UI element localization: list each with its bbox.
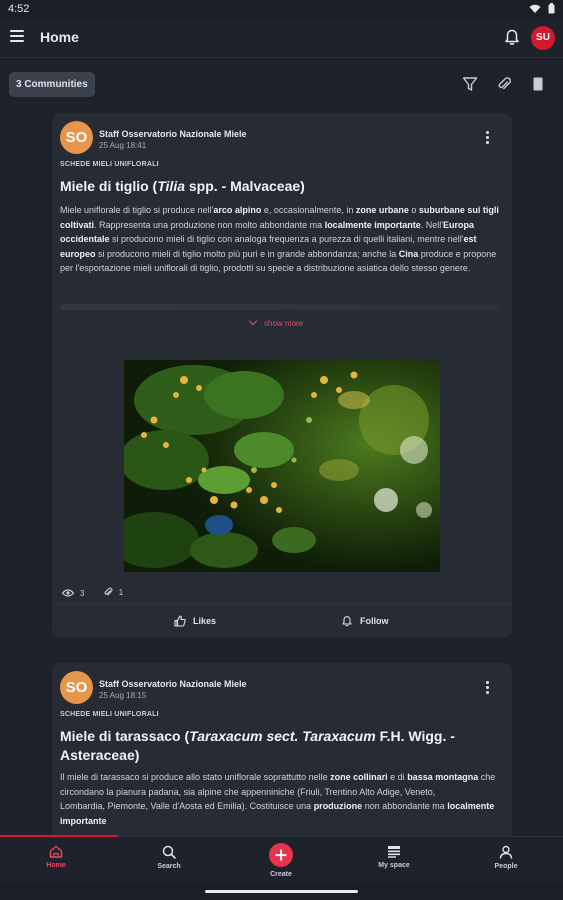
nav-search[interactable]: Search <box>134 845 204 870</box>
bell-icon <box>342 616 352 627</box>
more-options-icon[interactable] <box>486 131 490 145</box>
wifi-icon <box>529 4 541 13</box>
post-date: 25 Aug 18:41 <box>99 141 147 150</box>
nav-my-space[interactable]: My space <box>359 845 429 869</box>
filter-bar: 3 Communities <box>0 58 563 112</box>
bottom-navigation: Home Search Create My space People <box>0 835 563 884</box>
page-title: Home <box>40 29 79 45</box>
loading-progress-bar <box>0 835 118 837</box>
system-gesture-bar <box>0 884 563 900</box>
like-button[interactable]: Likes <box>174 615 216 627</box>
divider <box>52 604 512 605</box>
menu-icon[interactable] <box>10 30 24 42</box>
show-more-link[interactable]: show more <box>248 316 303 328</box>
follow-button[interactable]: Follow <box>341 615 389 627</box>
communities-chip[interactable]: 3 Communities <box>9 72 95 97</box>
views-count: 3 <box>62 589 84 598</box>
thumbs-up-icon <box>174 615 186 627</box>
search-icon <box>162 845 176 859</box>
author-name[interactable]: Staff Osservatorio Nazionale Miele <box>99 129 247 139</box>
post-image[interactable] <box>124 360 440 572</box>
post-title[interactable]: Miele di tarassaco (Taraxacum sect. Tara… <box>60 727 500 765</box>
plus-icon <box>269 843 293 867</box>
app-bar: Home SU <box>0 18 563 58</box>
myspace-icon <box>388 846 400 858</box>
nav-people[interactable]: People <box>471 845 541 870</box>
status-time: 4:52 <box>8 3 30 15</box>
author-avatar[interactable]: SO <box>60 671 93 704</box>
post-date: 25 Aug 18:15 <box>99 691 147 700</box>
post-category[interactable]: SCHEDE MIELI UNIFLORALI <box>60 711 159 718</box>
nav-home[interactable]: Home <box>21 845 91 869</box>
more-options-icon[interactable] <box>486 681 490 695</box>
attachment-icon <box>104 587 113 596</box>
bell-icon[interactable] <box>503 28 521 46</box>
post-card[interactable]: SO Staff Osservatorio Nazionale Miele 25… <box>52 113 512 637</box>
attachments-count: 1 <box>103 587 123 597</box>
post-body: Miele uniflorale di tiglio si produce ne… <box>60 205 499 274</box>
battery-icon <box>548 3 555 14</box>
post-body: Il miele di tarassaco si produce allo st… <box>60 772 496 826</box>
feed: SO Staff Osservatorio Nazionale Miele 25… <box>0 112 563 836</box>
post-stats: 3 1 <box>62 587 139 599</box>
layout-toggle-icon[interactable] <box>530 76 546 92</box>
person-icon <box>499 845 513 859</box>
home-icon <box>49 845 63 858</box>
post-title[interactable]: Miele di tiglio (Tilia spp. - Malvaceae) <box>60 177 500 196</box>
nav-create[interactable]: Create <box>246 843 316 878</box>
filter-icon[interactable] <box>462 76 478 92</box>
status-icons <box>529 3 555 17</box>
author-avatar[interactable]: SO <box>60 121 93 154</box>
eye-icon <box>62 589 74 597</box>
author-name[interactable]: Staff Osservatorio Nazionale Miele <box>99 679 247 689</box>
post-card[interactable]: SO Staff Osservatorio Nazionale Miele 25… <box>52 663 512 836</box>
user-avatar[interactable]: SU <box>531 26 555 50</box>
attachment-icon[interactable] <box>496 76 512 92</box>
post-category[interactable]: SCHEDE MIELI UNIFLORALI <box>60 161 159 168</box>
truncated-text-fade <box>60 304 500 310</box>
chevron-down-icon <box>248 316 258 326</box>
status-bar: 4:52 <box>0 0 563 18</box>
home-gesture-pill[interactable] <box>205 890 358 893</box>
